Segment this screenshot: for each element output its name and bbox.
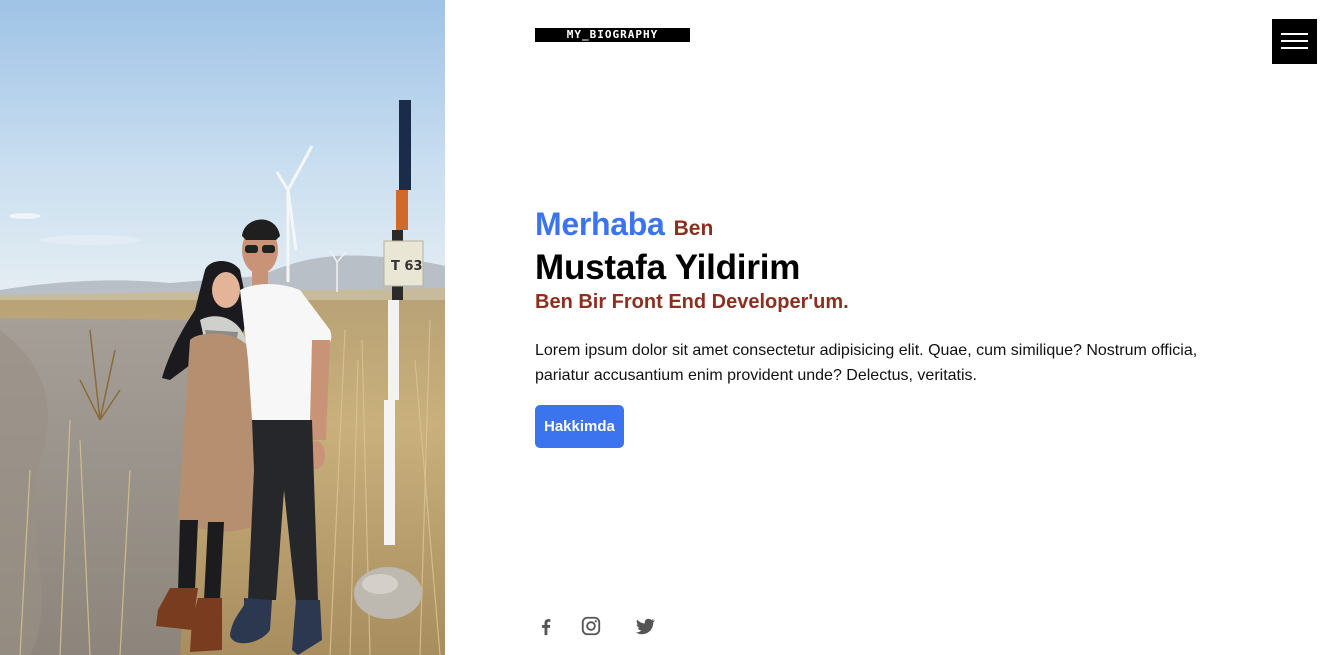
hamburger-menu-icon (1281, 33, 1308, 35)
bio-description: Lorem ipsum dolor sit amet consectetur a… (535, 342, 1198, 384)
profile-photo: T 63 (0, 0, 445, 655)
hamburger-menu-button[interactable] (1272, 19, 1317, 64)
site-logo[interactable]: MY_BIOGRAPHY (535, 28, 690, 42)
hero-section: Merhaba Ben Mustafa Yildirim Ben Bir Fro… (535, 204, 1255, 448)
sign-text: T 63 (391, 259, 422, 274)
about-button[interactable]: Hakkimda (535, 405, 624, 448)
person-role: Ben Bir Front End Developer'um. (535, 291, 849, 313)
greeting-suffix: Ben (673, 217, 714, 240)
greeting: Merhaba Ben (535, 204, 1255, 244)
greeting-word: Merhaba (535, 206, 665, 242)
twitter-icon[interactable] (634, 615, 656, 637)
hamburger-menu-icon-line (1281, 47, 1308, 49)
facebook-icon[interactable] (535, 615, 557, 637)
person-name: Mustafa Yildirim (535, 248, 801, 287)
instagram-icon[interactable] (580, 615, 602, 637)
hamburger-menu-icon-line (1281, 40, 1308, 42)
